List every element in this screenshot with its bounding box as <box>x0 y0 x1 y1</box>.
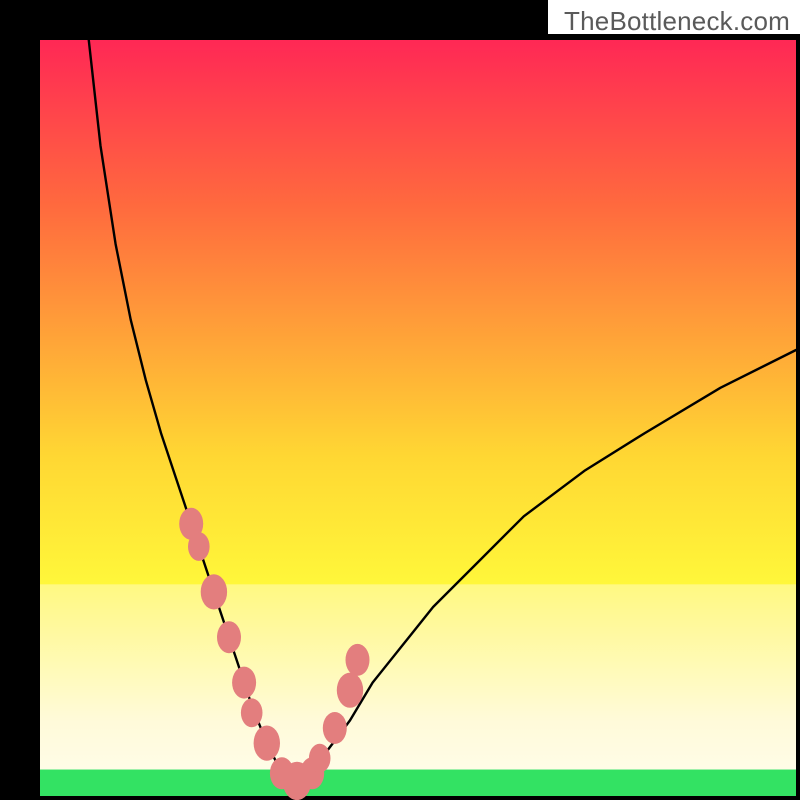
chart-stage: TheBottleneck.com <box>0 0 800 800</box>
marker-dot <box>254 726 280 761</box>
marker-dot <box>346 644 370 676</box>
marker-dot <box>188 532 210 561</box>
marker-dot <box>309 744 331 773</box>
marker-dot <box>232 667 256 699</box>
marker-dot <box>337 673 363 708</box>
marker-dot <box>201 574 227 609</box>
watermark-text: TheBottleneck.com <box>564 6 790 37</box>
marker-dot <box>323 712 347 744</box>
pale-band <box>40 584 796 796</box>
green-band <box>40 770 796 796</box>
marker-dot <box>217 621 241 653</box>
bottleneck-chart <box>0 0 800 800</box>
marker-dot <box>241 698 263 727</box>
